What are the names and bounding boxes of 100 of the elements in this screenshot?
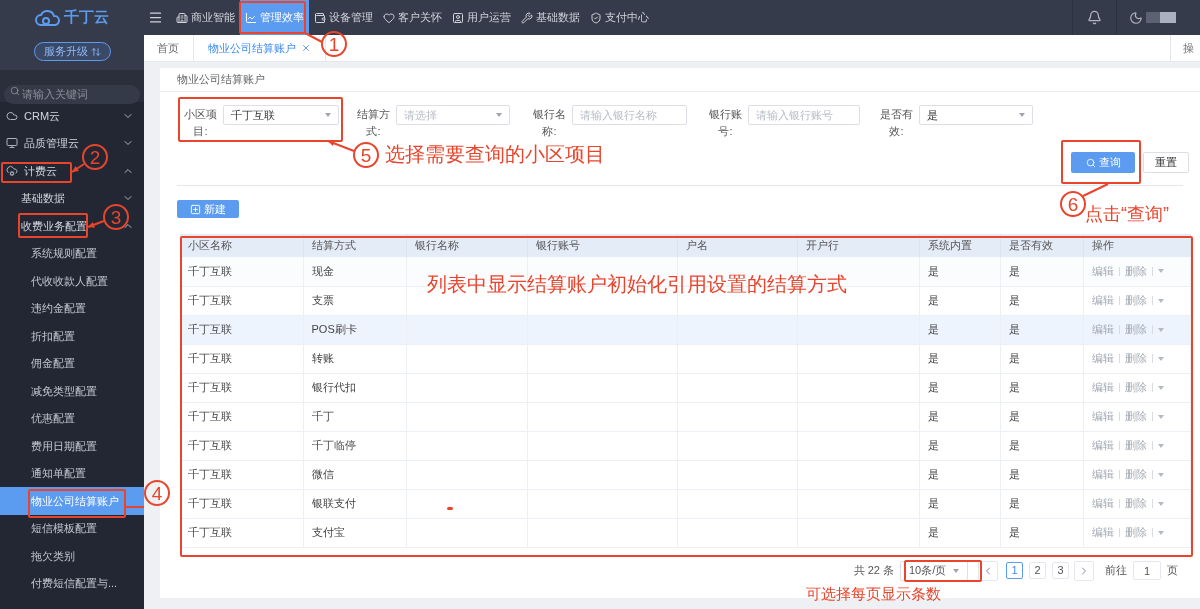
- sidebar-item[interactable]: 短信模板配置: [31, 520, 97, 537]
- menu-icon[interactable]: [148, 10, 163, 25]
- table-cell: 支付宝: [311, 526, 345, 539]
- table-cell: 千丁互联: [188, 352, 232, 365]
- cloud-icon: [6, 164, 18, 177]
- caret-icon[interactable]: [1157, 530, 1164, 535]
- filter-label: 银行账号:: [708, 107, 743, 139]
- page-number[interactable]: 3: [1052, 562, 1069, 579]
- page-size-select[interactable]: 10条/页: [900, 560, 968, 581]
- sidebar-item[interactable]: 计费云: [24, 162, 57, 179]
- wallet-icon: [314, 11, 326, 24]
- goto-page-field[interactable]: 1: [1133, 561, 1161, 580]
- close-icon[interactable]: [301, 43, 311, 53]
- annotation-arrow: [87, 220, 105, 228]
- table-cell: 是: [927, 468, 939, 481]
- table-cell: 是: [1008, 294, 1020, 307]
- sidebar-item[interactable]: 费用日期配置: [31, 437, 97, 454]
- sidebar-item[interactable]: 折扣配置: [31, 327, 75, 344]
- building-icon: [176, 11, 188, 24]
- page-tab[interactable]: 物业公司结算账户: [194, 35, 326, 61]
- sidebar-item[interactable]: 品质管理云: [24, 135, 79, 152]
- sidebar-item[interactable]: 收费业务配置: [21, 217, 87, 234]
- nav-tab[interactable]: 用户运营: [447, 0, 516, 35]
- table-cell: 微信: [311, 468, 334, 481]
- heart-icon: [383, 11, 395, 24]
- caret-icon: [1019, 113, 1025, 117]
- goto-label: 前往: [1105, 563, 1127, 579]
- caret-icon[interactable]: [1157, 385, 1164, 390]
- page-tab[interactable]: 首页: [144, 35, 194, 61]
- table-cell: 是: [1008, 352, 1020, 365]
- plus-icon: [190, 203, 201, 215]
- leader-line: [125, 506, 145, 508]
- caret-icon[interactable]: [1157, 443, 1164, 448]
- monitor-icon: [6, 137, 18, 150]
- upgrade-button[interactable]: 服务升级: [33, 42, 111, 61]
- annotation-note: 点击“查询”: [1085, 205, 1169, 223]
- swap-icon: [90, 46, 101, 57]
- filter-label: 结算方式:: [356, 107, 391, 139]
- page-number[interactable]: 2: [1029, 562, 1046, 579]
- sidebar-item[interactable]: 代收收款人配置: [31, 272, 108, 289]
- sidebar-item[interactable]: 减免类型配置: [31, 382, 97, 399]
- sidebar-item[interactable]: 拖欠类别: [31, 547, 75, 564]
- caret-icon[interactable]: [1157, 269, 1164, 274]
- highlight-frame: [18, 213, 88, 238]
- annotation-note: 可选择每页显示条数: [806, 586, 941, 601]
- table-cell: 千丁互联: [188, 497, 232, 510]
- logo-text: 千丁云: [64, 7, 109, 28]
- table-cell: 千丁互联: [188, 265, 232, 277]
- goto-suffix: 页: [1167, 563, 1178, 579]
- select-field[interactable]: 千丁互联: [223, 105, 339, 125]
- step-marker: 6: [1060, 191, 1086, 217]
- next-page-button[interactable]: [1074, 560, 1094, 581]
- annotation-arrow: [327, 140, 355, 152]
- sidebar-item[interactable]: 佣金配置: [31, 355, 75, 372]
- search-field[interactable]: 请输入关键词: [4, 84, 140, 104]
- table-cell: 千丁临停: [311, 439, 356, 452]
- table-cell: 是: [1008, 265, 1020, 277]
- sidebar-item[interactable]: 基础数据: [21, 190, 65, 207]
- table-cell: 是: [1008, 468, 1020, 481]
- text-field[interactable]: 请输入银行名称: [572, 105, 687, 125]
- caret-icon[interactable]: [1157, 472, 1164, 477]
- select-field[interactable]: 是: [919, 105, 1033, 125]
- caret-icon[interactable]: [1157, 414, 1164, 419]
- table-cell: 银联支付: [311, 497, 356, 510]
- highlight-frame: [1, 162, 72, 183]
- table-cell: 千丁互联: [188, 294, 232, 307]
- step-marker: 5: [353, 142, 379, 168]
- table-cell: 是: [1008, 381, 1020, 394]
- caret-icon[interactable]: [1157, 356, 1164, 361]
- sidebar-item[interactable]: 通知单配置: [31, 465, 86, 482]
- page-number[interactable]: 1: [1006, 562, 1023, 579]
- table-cell: 千丁互联: [188, 381, 232, 394]
- table-cell: 千丁互联: [188, 439, 232, 452]
- notification-bell-icon[interactable]: [1087, 10, 1102, 25]
- table-cell: 是: [927, 410, 939, 423]
- step-marker: 4: [144, 480, 170, 506]
- table-cell: 是: [927, 497, 939, 510]
- nav-tab[interactable]: 基础数据: [516, 0, 585, 35]
- sidebar-item[interactable]: 系统规则配置: [31, 245, 97, 262]
- table-cell: 是: [1008, 323, 1020, 336]
- previous-page-button[interactable]: [978, 560, 998, 581]
- caret-icon[interactable]: [1157, 327, 1164, 332]
- table-cell: 是: [1008, 410, 1020, 423]
- sidebar-item[interactable]: CRM云: [24, 107, 61, 124]
- table-cell: 转账: [311, 352, 334, 365]
- table-cell: 千丁互联: [188, 323, 232, 336]
- sidebar-item[interactable]: 违约金配置: [31, 300, 86, 317]
- step-marker: 3: [103, 204, 129, 230]
- nav-tab[interactable]: 客户关怀: [378, 0, 447, 35]
- nav-tab[interactable]: 商业智能: [171, 0, 240, 35]
- total-count: 共 22 条: [853, 563, 894, 579]
- sidebar-item[interactable]: 优惠配置: [31, 410, 75, 427]
- cloud-logo-icon: [35, 8, 61, 27]
- table-cell: 是: [927, 323, 939, 336]
- sidebar-item[interactable]: 付费短信配置与...: [31, 575, 118, 592]
- tab-bar-action[interactable]: 操: [1170, 35, 1200, 61]
- caret-icon[interactable]: [1157, 298, 1164, 303]
- nav-tab[interactable]: 支付中心: [585, 0, 654, 35]
- reset-button[interactable]: 重置: [1143, 152, 1189, 173]
- caret-icon[interactable]: [1157, 501, 1164, 506]
